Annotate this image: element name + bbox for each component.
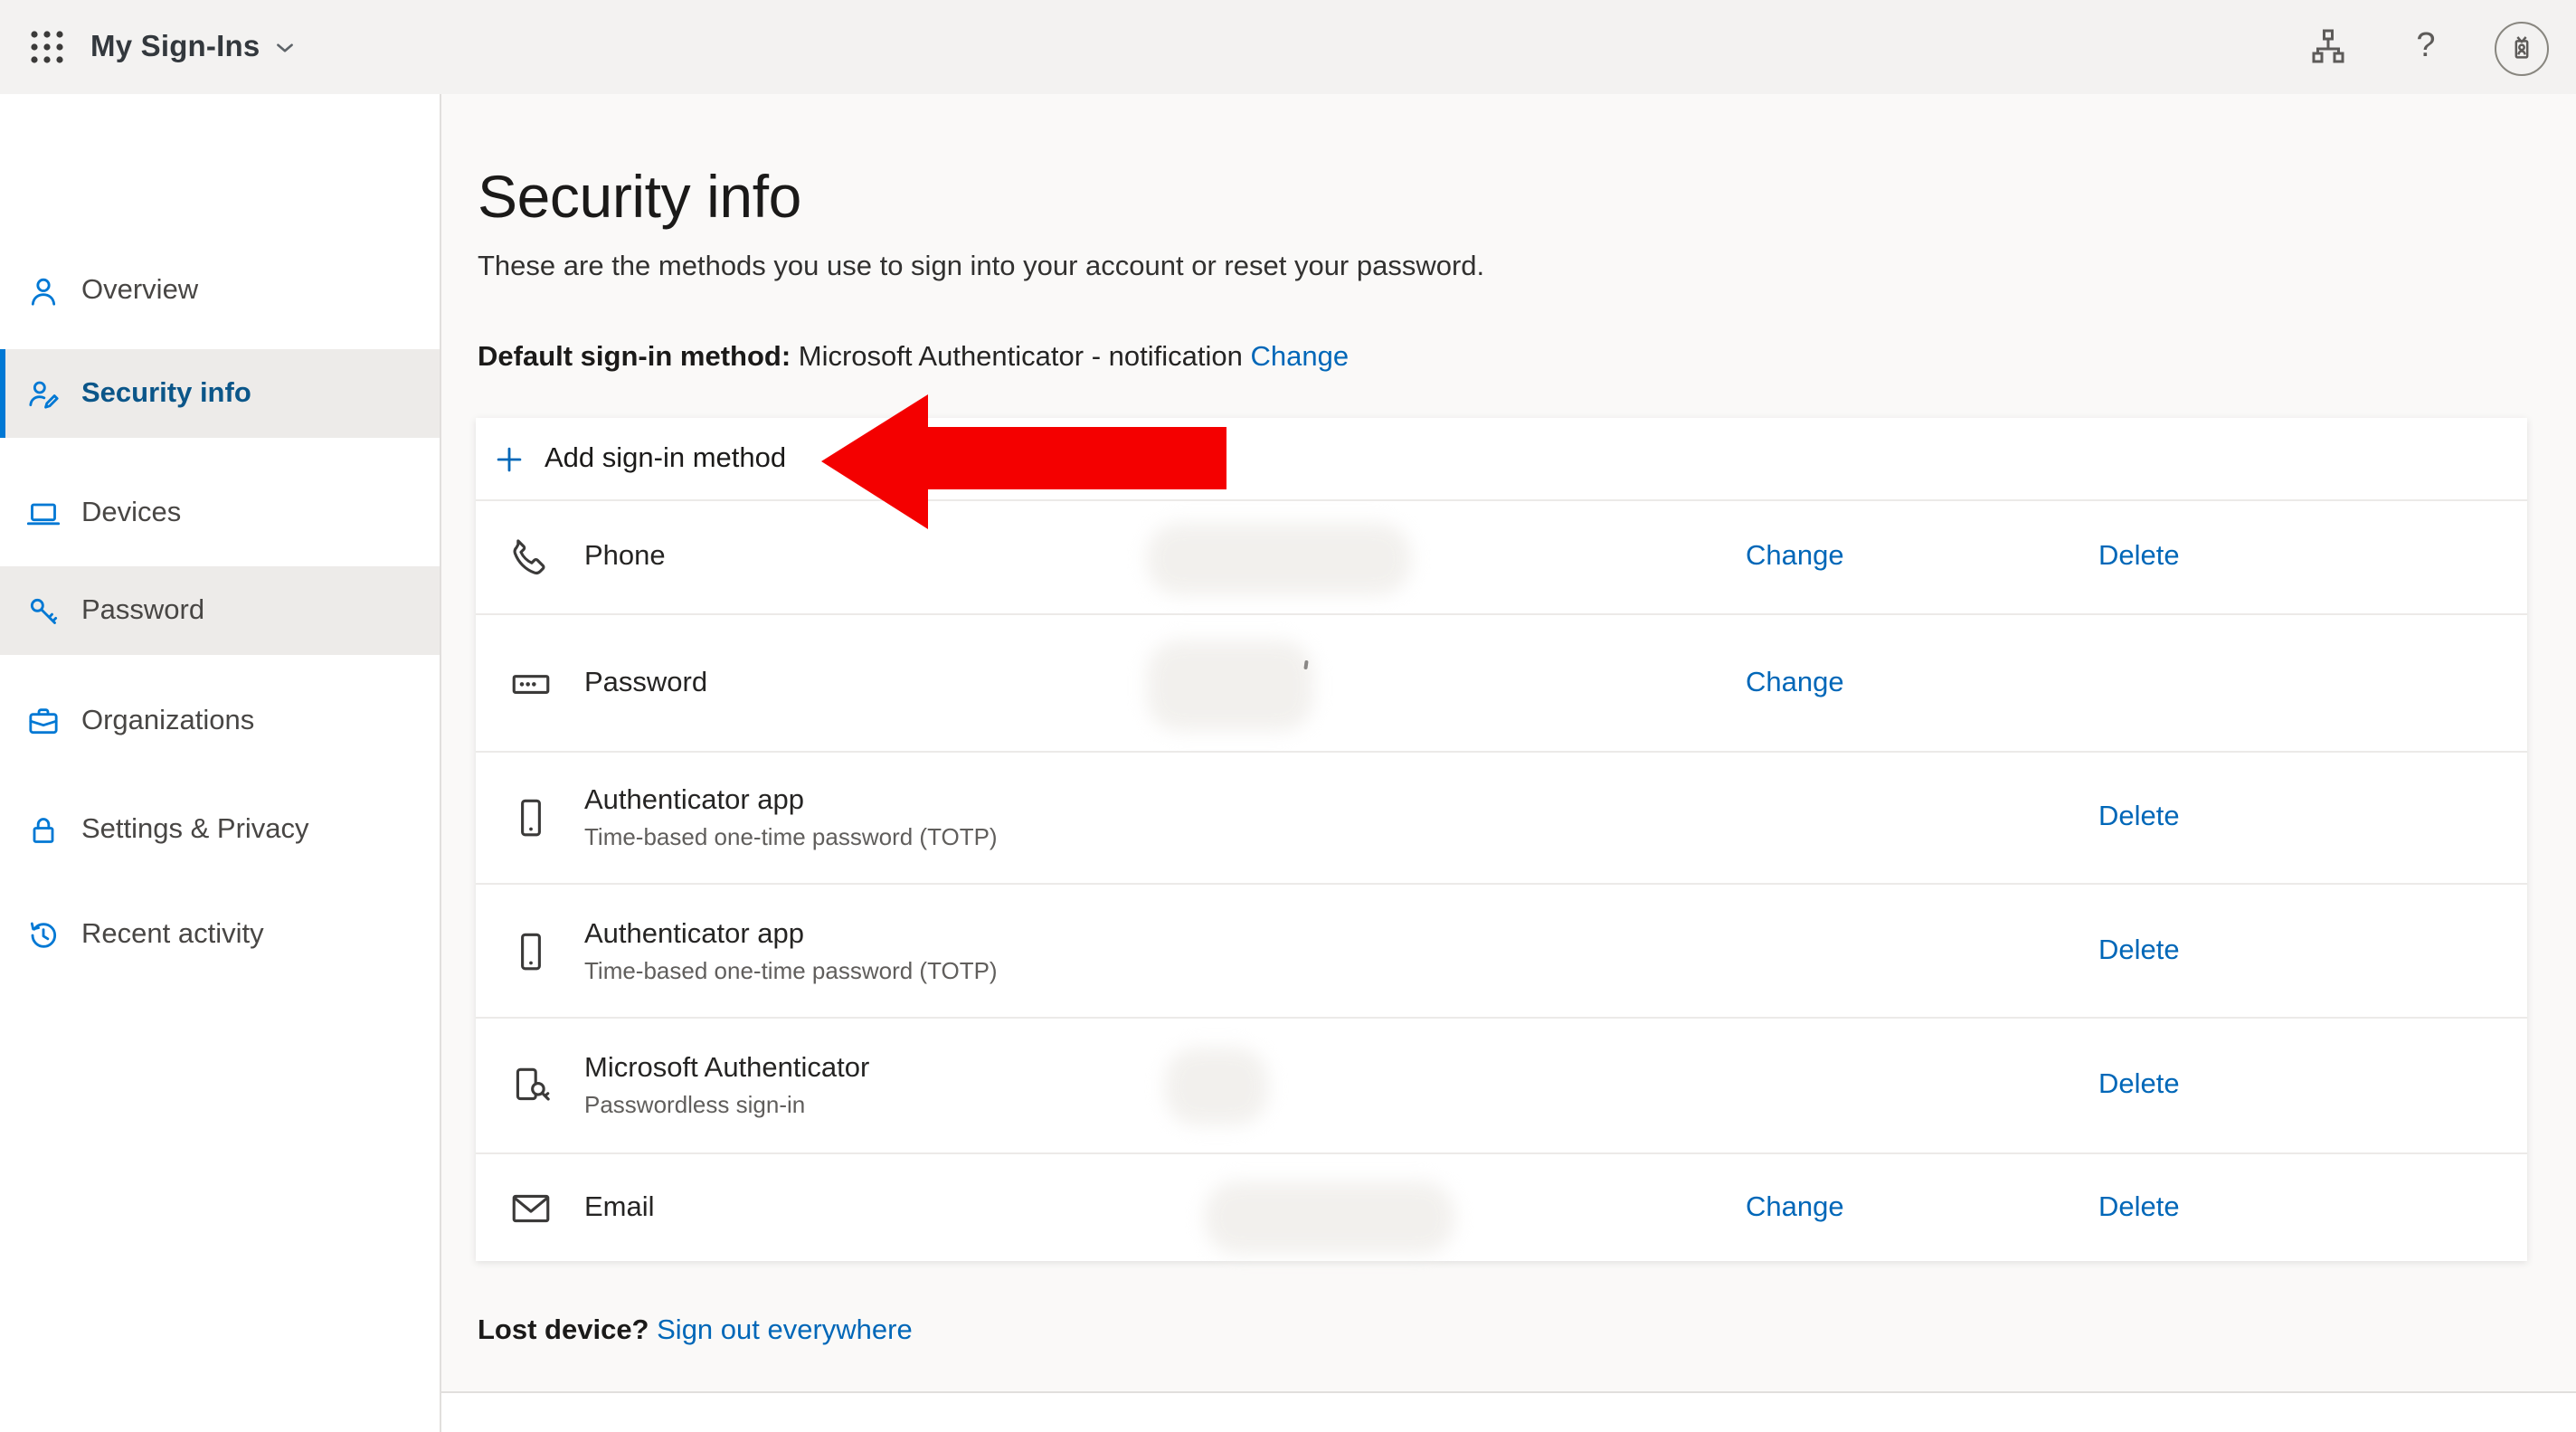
lock-icon	[25, 811, 62, 848]
redacted-device-name	[1165, 1048, 1268, 1125]
method-row-authenticator-totp-1: Authenticator app Time-based one-time pa…	[476, 751, 2527, 883]
method-row-password: Password Change	[476, 613, 2527, 751]
sidebar-item-label: Overview	[81, 274, 199, 305]
sidebar-item-password[interactable]: Password	[0, 566, 440, 655]
sidebar-item-security-info[interactable]: Security info	[0, 349, 440, 438]
default-sign-in-method-line: Default sign-in method: Microsoft Authen…	[478, 342, 1349, 375]
password-field-icon	[508, 660, 554, 706]
default-method-change-link[interactable]: Change	[1250, 342, 1349, 373]
method-name: Phone	[584, 541, 666, 572]
method-name: Authenticator app	[584, 918, 805, 949]
method-row-email: Email Change Delete	[476, 1152, 2527, 1261]
question-mark-glyph: ?	[2416, 27, 2436, 65]
organizations-icon[interactable]	[2296, 0, 2361, 94]
method-name: Email	[584, 1191, 655, 1222]
history-clock-icon	[25, 916, 62, 953]
method-row-authenticator-totp-2: Authenticator app Time-based one-time pa…	[476, 883, 2527, 1017]
method-secondary: Passwordless sign-in	[584, 1091, 806, 1118]
add-sign-in-method-button[interactable]: Add sign-in method	[476, 418, 2527, 499]
sign-in-methods-card: Add sign-in method Phone Change Delete P…	[476, 418, 2527, 1261]
top-bar: My Sign-Ins ?	[0, 0, 2576, 94]
app-launcher-waffle-icon[interactable]	[27, 27, 67, 67]
envelope-icon	[508, 1185, 554, 1230]
method-name: Authenticator app	[584, 785, 805, 816]
redacted-email-address	[1205, 1181, 1454, 1254]
lost-device-label: Lost device?	[478, 1315, 649, 1346]
method-row-phone: Phone Change Delete	[476, 499, 2527, 613]
authenticator-totp-1-delete-link[interactable]: Delete	[2098, 801, 2180, 834]
sidebar-item-overview[interactable]: Overview	[0, 246, 440, 335]
redacted-phone-number	[1147, 523, 1411, 595]
sidebar-item-recent-activity[interactable]: Recent activity	[0, 890, 440, 979]
phone-handset-icon	[508, 535, 554, 580]
page-description: These are the methods you use to sign in…	[478, 251, 1485, 282]
sidebar-item-label: Organizations	[81, 705, 255, 735]
sidebar-item-label: Password	[81, 594, 205, 625]
sidebar-item-label: Devices	[81, 497, 182, 527]
password-change-link[interactable]: Change	[1746, 667, 1844, 699]
sign-out-everywhere-link[interactable]: Sign out everywhere	[657, 1315, 913, 1346]
smartphone-icon	[508, 928, 554, 973]
method-row-microsoft-authenticator: Microsoft Authenticator Passwordless sig…	[476, 1017, 2527, 1152]
microsoft-authenticator-delete-link[interactable]: Delete	[2098, 1069, 2180, 1102]
sidebar-item-devices[interactable]: Devices	[0, 469, 440, 557]
lost-device-line: Lost device? Sign out everywhere	[478, 1315, 913, 1348]
my-signins-app: My Sign-Ins ? Overview Security info Dev…	[0, 0, 2576, 1432]
app-title: My Sign-Ins	[90, 30, 260, 62]
app-title-dropdown[interactable]: My Sign-Ins	[90, 0, 296, 94]
smartphone-icon	[508, 795, 554, 840]
sidebar: Overview Security info Devices Password …	[0, 94, 441, 1432]
id-badge-icon	[2504, 31, 2540, 67]
sidebar-item-label: Recent activity	[81, 918, 264, 949]
phone-delete-link[interactable]: Delete	[2098, 541, 2180, 574]
plus-icon	[492, 441, 526, 476]
key-icon	[25, 593, 62, 629]
sidebar-item-settings-privacy[interactable]: Settings & Privacy	[0, 785, 440, 874]
page-title: Security info	[478, 163, 801, 230]
sidebar-item-organizations[interactable]: Organizations	[0, 677, 440, 765]
method-secondary: Time-based one-time password (TOTP)	[584, 956, 998, 983]
default-method-value: Microsoft Authenticator - notification	[791, 342, 1251, 373]
chevron-down-icon	[272, 35, 296, 59]
email-change-link[interactable]: Change	[1746, 1191, 1844, 1224]
authenticator-phone-key-icon	[508, 1063, 554, 1108]
phone-change-link[interactable]: Change	[1746, 541, 1844, 574]
person-icon	[25, 272, 62, 308]
method-secondary: Time-based one-time password (TOTP)	[584, 823, 998, 850]
redacted-password-value	[1147, 640, 1313, 731]
method-name: Microsoft Authenticator	[584, 1053, 870, 1084]
briefcase-icon	[25, 703, 62, 739]
sidebar-item-label: Settings & Privacy	[81, 813, 309, 844]
default-method-label: Default sign-in method:	[478, 342, 791, 373]
add-sign-in-method-label: Add sign-in method	[545, 442, 787, 473]
person-key-icon	[25, 375, 62, 412]
sidebar-item-label: Security info	[81, 377, 251, 408]
account-avatar[interactable]	[2495, 22, 2549, 76]
method-name: Password	[584, 667, 708, 697]
email-delete-link[interactable]: Delete	[2098, 1191, 2180, 1224]
laptop-icon	[25, 495, 62, 531]
help-icon[interactable]: ?	[2393, 0, 2458, 94]
authenticator-totp-2-delete-link[interactable]: Delete	[2098, 934, 2180, 967]
